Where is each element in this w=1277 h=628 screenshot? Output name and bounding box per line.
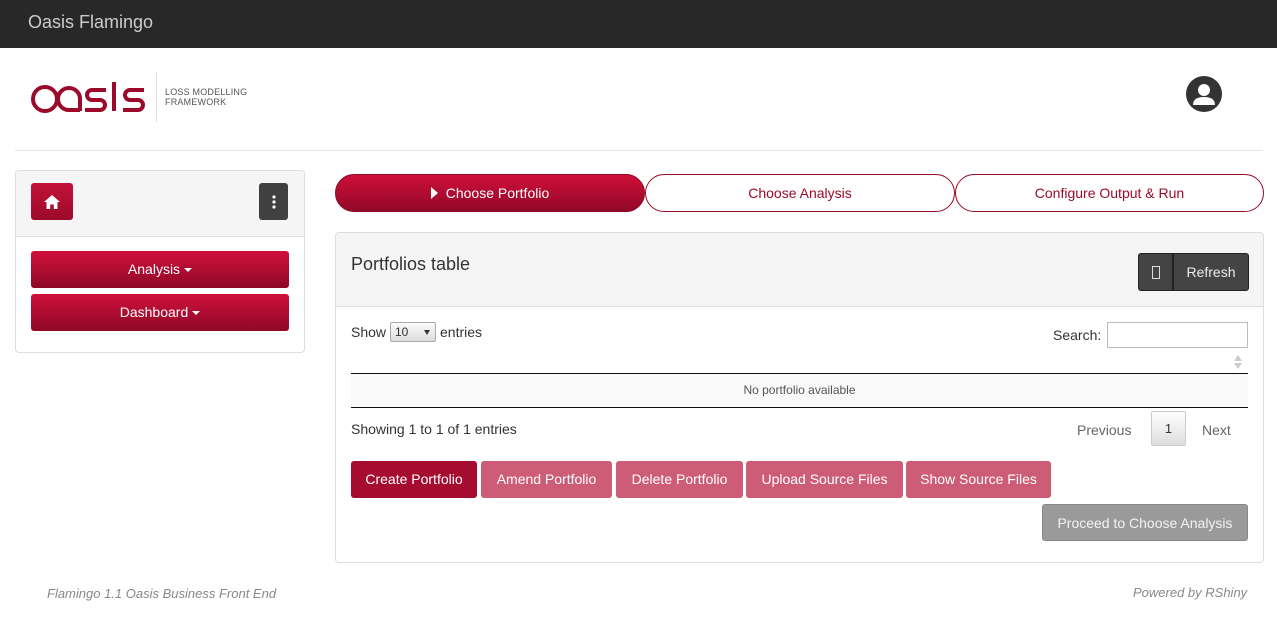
search-label: Search: <box>1053 327 1102 343</box>
header-divider <box>15 150 1263 151</box>
pagination-previous[interactable]: Previous <box>1077 422 1131 438</box>
app-title[interactable]: Oasis Flamingo <box>28 12 153 33</box>
panel-title: Portfolios table <box>351 254 471 274</box>
panel-header: Portfolios table Refresh <box>336 233 1263 307</box>
show-source-files-button[interactable]: Show Source Files <box>906 461 1051 498</box>
sidebar-panel: Analysis Dashboard <box>15 170 305 353</box>
portfolios-panel: Portfolios table Refresh Show 10 entries… <box>335 232 1264 563</box>
create-portfolio-button[interactable]: Create Portfolio <box>351 461 477 498</box>
dashboard-menu-button[interactable]: Dashboard <box>31 294 289 331</box>
document-icon <box>1152 266 1160 279</box>
step-choose-analysis[interactable]: Choose Analysis <box>645 174 955 212</box>
sort-icon[interactable] <box>1233 354 1243 370</box>
caret-down-icon <box>184 268 193 273</box>
home-icon <box>44 194 60 209</box>
oasis-logo: LOSS MODELLING FRAMEWORK <box>30 70 270 124</box>
user-icon[interactable] <box>1186 76 1222 112</box>
play-icon <box>430 187 438 199</box>
logo-tagline: LOSS MODELLING FRAMEWORK <box>165 87 248 107</box>
vertical-ellipsis-icon <box>271 194 276 209</box>
step-choose-portfolio[interactable]: Choose Portfolio <box>335 174 645 212</box>
top-navbar: Oasis Flamingo <box>0 0 1277 48</box>
table-info: Showing 1 to 1 of 1 entries <box>351 421 517 437</box>
entries-label: entries <box>440 324 483 340</box>
dropdown-arrow-icon <box>424 330 430 335</box>
amend-portfolio-button[interactable]: Amend Portfolio <box>481 461 612 498</box>
oasis-wordmark <box>31 82 145 113</box>
more-options-button[interactable] <box>259 183 288 220</box>
table-footer-border <box>351 407 1248 408</box>
home-button[interactable] <box>31 183 73 220</box>
footer-powered-by: Powered by RShiny <box>1133 585 1248 600</box>
footer-version: Flamingo 1.1 Oasis Business Front End <box>47 586 277 601</box>
step-configure-output-run[interactable]: Configure Output & Run <box>955 174 1264 212</box>
proceed-to-choose-analysis-button[interactable]: Proceed to Choose Analysis <box>1042 504 1248 541</box>
refresh-button[interactable]: Refresh <box>1173 253 1249 291</box>
table-options-button[interactable] <box>1138 253 1173 291</box>
search-input[interactable] <box>1107 322 1248 348</box>
analysis-menu-button[interactable]: Analysis <box>31 251 289 288</box>
pagination-next[interactable]: Next <box>1202 422 1231 438</box>
empty-table-row: No portfolio available <box>351 374 1248 407</box>
upload-source-files-button[interactable]: Upload Source Files <box>746 461 903 498</box>
sidebar-header <box>16 171 304 237</box>
show-label: Show <box>351 324 387 340</box>
logo-separator <box>156 72 157 122</box>
delete-portfolio-button[interactable]: Delete Portfolio <box>616 461 743 498</box>
caret-down-icon <box>192 311 201 316</box>
pagination-page-1[interactable]: 1 <box>1151 411 1186 446</box>
page-length-select[interactable]: 10 <box>390 322 436 342</box>
